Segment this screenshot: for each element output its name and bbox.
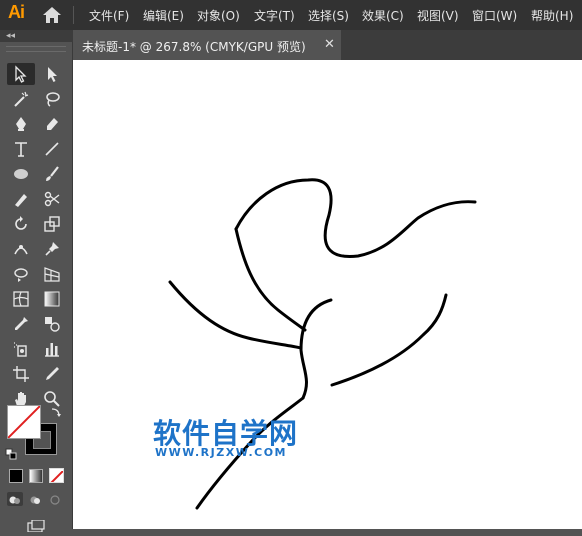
scale-tool[interactable] (38, 213, 66, 235)
tools-panel: ◂◂ (0, 30, 73, 533)
pen-tool[interactable] (7, 113, 35, 135)
home-icon[interactable] (42, 6, 62, 24)
magic-wand-tool[interactable] (7, 88, 35, 110)
symbol-sprayer-icon (14, 342, 27, 357)
scale-icon (44, 216, 60, 232)
draw-behind-button[interactable] (27, 492, 43, 506)
selection-arrow-icon (15, 65, 27, 83)
symbol-sprayer-tool[interactable] (7, 338, 35, 360)
direct-selection-arrow-icon (48, 67, 57, 82)
draw-normal-button[interactable] (7, 492, 23, 506)
artboard-canvas[interactable]: 软件自学网 WWW.RJZXW.COM (73, 60, 582, 529)
selection-tool[interactable] (7, 63, 35, 85)
paintbrush-icon (46, 166, 59, 181)
eyedropper-tool[interactable] (7, 313, 35, 335)
rotate-tool[interactable] (7, 213, 35, 235)
puppet-warp-tool[interactable] (7, 238, 35, 260)
app-logo: Ai (8, 2, 25, 22)
eyedropper-icon (15, 317, 28, 330)
none-fill-slash-icon (8, 406, 40, 438)
perspective-grid-icon (44, 267, 60, 282)
menu-view[interactable]: 视图(V) (417, 7, 459, 24)
column-graph-tool[interactable] (38, 338, 66, 360)
menu-type[interactable]: 文字(T) (254, 7, 295, 24)
none-slash-icon (50, 470, 63, 482)
magic-wand-icon (14, 91, 29, 107)
free-transform-icon (14, 268, 28, 282)
default-fill-stroke-icon[interactable] (5, 448, 17, 460)
fill-swatch[interactable] (7, 405, 41, 439)
scissors-icon (44, 191, 60, 207)
path-right-arc[interactable] (330, 293, 448, 387)
gradient-mode-button[interactable] (29, 469, 43, 483)
menu-edit[interactable]: 编辑(E) (143, 7, 184, 24)
menu-select[interactable]: 选择(S) (308, 7, 349, 24)
menu-effect[interactable]: 效果(C) (362, 7, 404, 24)
color-mode-button[interactable] (9, 469, 23, 483)
artboard-icon (13, 366, 29, 382)
type-tool[interactable] (7, 138, 35, 160)
curvature-tool[interactable] (38, 113, 66, 135)
tools-panel-header: ◂◂ (0, 30, 73, 42)
rotate-icon (15, 216, 27, 230)
mesh-tool[interactable] (7, 288, 35, 310)
line-segment-icon (45, 142, 59, 156)
shaper-tool[interactable] (7, 188, 35, 210)
pin-tool[interactable] (38, 238, 66, 260)
free-transform-tool[interactable] (7, 263, 35, 285)
collapse-panel-icon[interactable]: ◂◂ (6, 30, 15, 42)
document-tab[interactable]: 未标题-1* @ 267.8% (CMYK/GPU 预览) ✕ (73, 30, 341, 60)
menu-file[interactable]: 文件(F) (89, 7, 129, 24)
draw-normal-icon (9, 496, 20, 504)
path-left-arc[interactable] (168, 280, 303, 350)
pen-nib-icon (16, 117, 26, 131)
none-mode-button[interactable] (49, 468, 64, 483)
draw-inside-icon (50, 495, 60, 505)
blend-tool[interactable] (38, 313, 66, 335)
watermark-url: WWW.RJZXW.COM (155, 446, 287, 459)
panel-grip[interactable] (6, 46, 66, 52)
screen-mode-icon (27, 519, 45, 533)
gradient-tool[interactable] (38, 288, 66, 310)
path-left-wing[interactable] (234, 227, 307, 332)
artboard-tool[interactable] (7, 363, 35, 385)
menu-window[interactable]: 窗口(W) (472, 7, 517, 24)
curvature-pen-icon (47, 118, 58, 130)
lasso-tool[interactable] (38, 88, 66, 110)
pin-icon (45, 242, 59, 256)
gradient-icon (44, 291, 60, 307)
scissors-tool[interactable] (38, 188, 66, 210)
line-segment-tool[interactable] (38, 138, 66, 160)
menu-separator (73, 6, 74, 24)
lasso-icon (46, 92, 60, 107)
perspective-grid-tool[interactable] (38, 263, 66, 285)
blend-icon (45, 317, 60, 332)
swap-fill-stroke-icon[interactable] (50, 406, 62, 418)
document-tab-bar: 未标题-1* @ 267.8% (CMYK/GPU 预览) ✕ (73, 30, 582, 60)
draw-behind-icon (30, 496, 40, 504)
path-top-swoop[interactable] (234, 178, 477, 258)
slice-tool[interactable] (38, 363, 66, 385)
paintbrush-tool[interactable] (38, 163, 66, 185)
artwork[interactable] (73, 60, 582, 529)
path-center-loop[interactable] (299, 298, 333, 400)
menu-help[interactable]: 帮助(H) (531, 7, 573, 24)
type-t-icon (15, 142, 27, 157)
ellipse-tool[interactable] (7, 163, 35, 185)
direct-selection-tool[interactable] (38, 63, 66, 85)
slice-knife-icon (46, 367, 59, 380)
ellipse-icon (14, 169, 28, 179)
puppet-warp-icon (14, 245, 28, 255)
draw-inside-button[interactable] (47, 492, 63, 506)
pencil-icon (15, 194, 27, 207)
menu-bar: Ai 文件(F) 编辑(E) 对象(O) 文字(T) 选择(S) 效果(C) 视… (0, 0, 582, 30)
menu-object[interactable]: 对象(O) (197, 7, 240, 24)
column-graph-icon (45, 343, 59, 357)
document-tab-label: 未标题-1* @ 267.8% (CMYK/GPU 预览) (82, 40, 306, 54)
mesh-icon (13, 291, 29, 307)
close-tab-icon[interactable]: ✕ (324, 37, 335, 52)
screen-mode-button[interactable] (26, 517, 46, 533)
